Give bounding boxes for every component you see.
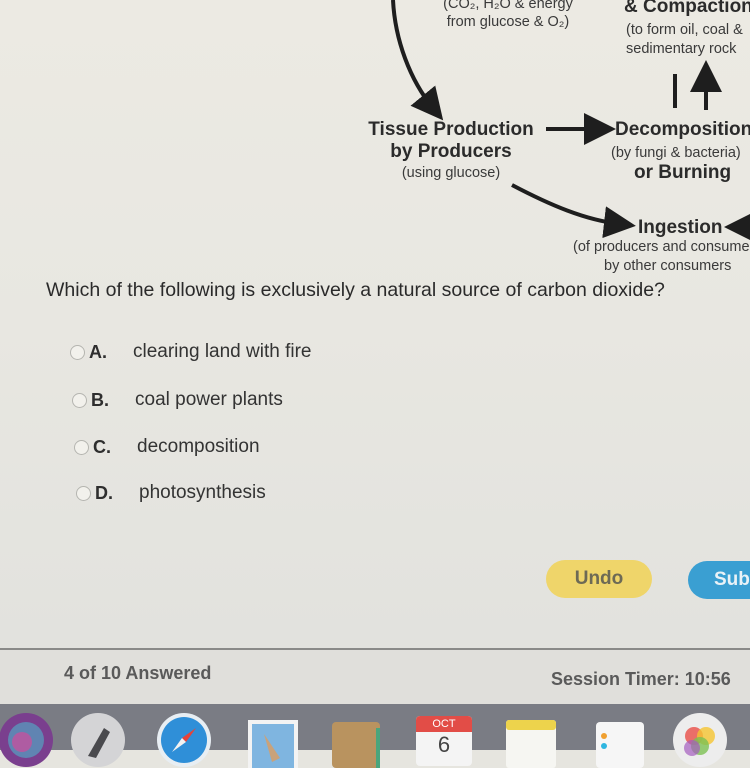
status-bar: 4 of 10 Answered Session Timer: 10:56 [0, 648, 750, 706]
reminders-icon[interactable] [592, 712, 648, 768]
siri-icon[interactable] [0, 712, 54, 768]
tissue-sub: (using glucose) [401, 165, 501, 181]
compaction-sub1: (to form oil, coal & [626, 22, 743, 38]
choice-text: photosynthesis [139, 482, 266, 503]
choice-c[interactable]: C. decomposition [74, 435, 260, 459]
safari-icon[interactable] [156, 712, 212, 768]
respiration-sub1: (CO₂, H₂O & energy [443, 0, 573, 12]
quiz-page: (CO₂, H₂O & energy from glucose & O₂) & … [0, 0, 750, 648]
radio-button[interactable] [76, 485, 91, 501]
choice-letter: D. [95, 482, 113, 503]
mail-icon[interactable] [244, 712, 300, 768]
decomposition-sub: (by fungi & bacteria) [611, 145, 741, 161]
tissue-title-line2: by Producers [390, 141, 512, 162]
submit-button[interactable]: Submit [688, 561, 750, 599]
arrow-respiration-to-tissue [391, 0, 444, 121]
tissue-title-line1: Tissue Production [368, 119, 534, 140]
contacts-icon[interactable] [328, 712, 384, 768]
choice-d[interactable]: D. photosynthesis [76, 481, 266, 505]
choice-text: coal power plants [135, 389, 283, 410]
choice-letter: B. [91, 389, 109, 410]
undo-button[interactable]: Undo [546, 560, 652, 598]
radio-button[interactable] [70, 344, 85, 360]
choice-b[interactable]: B. coal power plants [72, 388, 283, 412]
answered-count: 4 of 10 Answered [64, 663, 212, 683]
calendar-month: OCT [416, 716, 472, 732]
choice-text: clearing land with fire [133, 341, 312, 362]
dock: OCT 6 [0, 704, 750, 768]
choice-text: decomposition [137, 436, 260, 457]
respiration-sub2: from glucose & O₂) [446, 14, 570, 30]
compaction-sub2: sedimentary rock [626, 41, 737, 57]
arrow-tissue-to-ingestion [511, 183, 636, 239]
ingestion-sub2: by other consumers [604, 258, 732, 274]
radio-button[interactable] [74, 439, 89, 455]
launchpad-icon[interactable] [70, 712, 126, 768]
session-timer: Session Timer: 10:56 [551, 669, 731, 689]
calendar-icon[interactable]: OCT 6 [416, 716, 472, 766]
ingestion-sub1: (of producers and consumers [573, 239, 750, 255]
question-text: Which of the following is exclusively a … [46, 279, 665, 301]
notes-icon[interactable] [504, 712, 560, 768]
ingestion-title: Ingestion [638, 217, 723, 238]
photos-icon[interactable] [672, 712, 728, 768]
choice-a[interactable]: A. clearing land with fire [70, 340, 311, 364]
radio-button[interactable] [72, 392, 87, 408]
choice-letter: A. [89, 341, 107, 362]
burning-title: or Burning [634, 162, 732, 183]
carbon-cycle-diagram: (CO₂, H₂O & energy from glucose & O₂) & … [0, 0, 750, 280]
decomposition-title: Decomposition [615, 119, 750, 140]
calendar-day: 6 [437, 732, 451, 757]
compaction-title: & Compaction [624, 0, 750, 17]
choice-letter: C. [93, 436, 111, 457]
